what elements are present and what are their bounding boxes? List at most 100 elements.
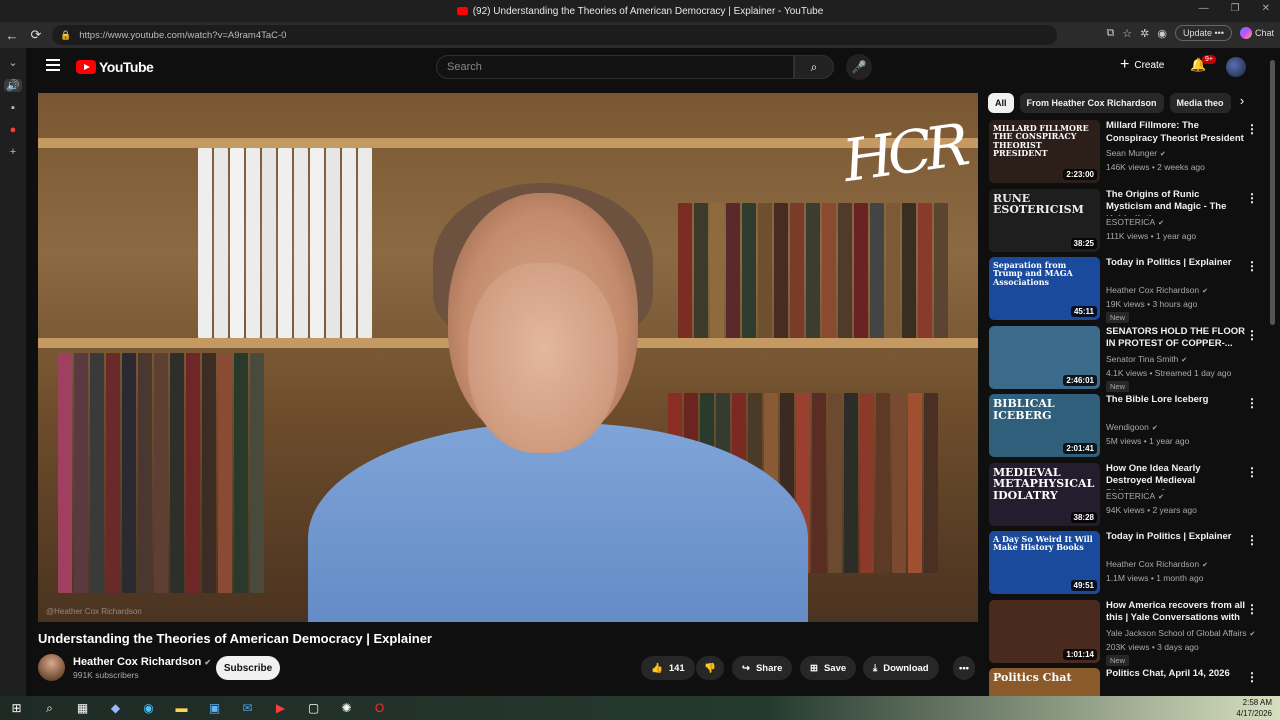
task-view-icon[interactable]: ▦: [66, 701, 99, 715]
more-options-icon[interactable]: ⋮: [1246, 259, 1258, 273]
recommendation-channel[interactable]: Heather Cox Richardson ✔: [1106, 559, 1208, 569]
download-button[interactable]: ⤓ Download: [863, 656, 939, 680]
recommendation-title[interactable]: Today in Politics | Explainer: [1106, 257, 1246, 270]
chatgpt-icon[interactable]: ✺: [330, 701, 363, 715]
file-explorer-icon[interactable]: ▬: [165, 701, 198, 715]
recommendation-item[interactable]: 1:01:14 How America recovers from all thi…: [988, 599, 1264, 666]
more-options-icon[interactable]: ⋮: [1246, 670, 1258, 684]
chip-all[interactable]: All: [988, 93, 1014, 113]
outlook-icon[interactable]: ✉: [231, 701, 264, 715]
video-thumbnail[interactable]: A Day So Weird It Will Make History Book…: [989, 531, 1100, 594]
new-tab-icon[interactable]: +: [10, 146, 16, 158]
audio-tab-icon[interactable]: 🔊: [4, 79, 22, 92]
search-input[interactable]: Search: [436, 55, 794, 79]
recommendation-channel[interactable]: ESOTERICA ✔: [1106, 217, 1164, 227]
recommendation-item[interactable]: A Day So Weird It Will Make History Book…: [988, 531, 1264, 595]
more-options-icon[interactable]: ⋮: [1246, 533, 1258, 547]
verified-icon: ✔: [1181, 356, 1188, 364]
like-button[interactable]: 👍 141: [641, 656, 695, 680]
opera-icon[interactable]: O: [363, 701, 396, 715]
store-icon[interactable]: ▣: [198, 701, 231, 715]
recommendation-item[interactable]: RUNE ESOTERICISM 38:25 The Origins of Runi…: [988, 188, 1264, 253]
subscribe-button[interactable]: Subscribe: [216, 656, 280, 680]
video-thumbnail[interactable]: Separation from Trump and MAGA Associati…: [989, 257, 1100, 320]
more-options-icon[interactable]: ⋮: [1246, 602, 1258, 616]
video-player[interactable]: HCR @Heather Cox Richardson: [38, 93, 978, 622]
voice-search-button[interactable]: 🎤: [846, 54, 872, 80]
address-bar[interactable]: 🔒 https://www.youtube.com/watch?v=A9ram4…: [52, 25, 1057, 45]
start-icon[interactable]: ⊞: [0, 701, 33, 715]
maximize-button[interactable]: ❐: [1231, 3, 1240, 14]
search-icon[interactable]: ⌕: [33, 701, 66, 716]
more-options-icon[interactable]: ⋮: [1246, 328, 1258, 342]
create-button[interactable]: + Create: [1120, 57, 1164, 73]
recommendation-channel[interactable]: Wendigoon ✔: [1106, 422, 1158, 432]
favorite-star-icon[interactable]: ☆: [1122, 27, 1132, 40]
copilot-chat-button[interactable]: Chat: [1239, 27, 1274, 39]
recommendation-channel[interactable]: Heather Cox Richardson ✔: [1106, 285, 1208, 295]
video-thumbnail[interactable]: BIBLICAL ICEBERG 2:01:41: [989, 394, 1100, 457]
recommendation-channel[interactable]: Senator Tina Smith ✔: [1106, 354, 1187, 364]
recommendation-title[interactable]: Millard Fillmore: The Conspiracy Theoris…: [1106, 120, 1246, 146]
page-scrollbar[interactable]: [1270, 60, 1275, 325]
close-window-button[interactable]: ✕: [1262, 3, 1270, 14]
more-options-icon[interactable]: ⋮: [1246, 396, 1258, 410]
app-icon[interactable]: ▢: [297, 701, 330, 715]
dislike-button[interactable]: 👎: [696, 656, 724, 680]
share-button[interactable]: ↪ Share: [732, 656, 793, 680]
chip-media-theory[interactable]: Media theo: [1169, 93, 1231, 113]
recommendation-meta: 19K views • 3 hours ago: [1106, 299, 1198, 309]
channel-avatar[interactable]: [38, 654, 65, 681]
recommendation-channel[interactable]: Sean Munger ✔: [1106, 148, 1166, 158]
video-thumbnail[interactable]: RUNE ESOTERICISM 38:25: [989, 188, 1100, 252]
recommendation-title[interactable]: The Bible Lore Iceberg: [1106, 394, 1246, 407]
recommendation-channel[interactable]: Yale Jackson School of Global Affairs ✔: [1106, 628, 1255, 638]
chip-from-channel[interactable]: From Heather Cox Richardson: [1019, 93, 1164, 113]
more-actions-button[interactable]: •••: [953, 656, 975, 680]
recommendation-title[interactable]: Politics Chat, April 14, 2026: [1106, 668, 1246, 681]
minimize-button[interactable]: —: [1199, 3, 1209, 14]
youtube-app-icon[interactable]: ▶: [264, 701, 297, 715]
recommendation-item[interactable]: BIBLICAL ICEBERG 2:01:41 The Bible Lore Ic…: [988, 394, 1264, 458]
youtube-header: YouTube Search ⌕ 🎤 + Create 🔔 9+: [26, 48, 1280, 86]
video-thumbnail[interactable]: 1:01:14: [989, 599, 1100, 663]
video-thumbnail[interactable]: MILLARD FILLMORE THE CONSPIRACY THEORIST…: [989, 120, 1100, 183]
recommendation-item[interactable]: MILLARD FILLMORE THE CONSPIRACY THEORIST…: [988, 120, 1264, 184]
recommendation-channel[interactable]: ESOTERICA ✔: [1106, 491, 1164, 501]
video-thumbnail[interactable]: Politics Chat: [989, 668, 1100, 696]
youtube-favicon-icon: [456, 7, 468, 15]
account-avatar[interactable]: [1226, 57, 1246, 77]
more-options-icon[interactable]: ⋮: [1246, 122, 1258, 136]
profile-icon[interactable]: ◉: [1157, 27, 1167, 40]
copilot-app-icon[interactable]: ◆: [99, 701, 132, 715]
video-thumbnail[interactable]: 2:46:01: [989, 325, 1100, 389]
collapse-icon[interactable]: ⌄: [8, 56, 17, 69]
extensions-icon[interactable]: ⧉: [1106, 27, 1114, 40]
back-icon[interactable]: ←: [0, 28, 24, 43]
reload-icon[interactable]: ⟳: [24, 27, 48, 43]
recommendation-item[interactable]: Politics Chat Politics Chat, April 14, 20…: [988, 668, 1264, 696]
update-button[interactable]: Update •••: [1175, 25, 1232, 41]
recommendation-title[interactable]: The Origins of Runic Mysticism and Magic…: [1106, 189, 1246, 216]
recommendation-item[interactable]: Separation from Trump and MAGA Associati…: [988, 257, 1264, 323]
recommendation-title[interactable]: Today in Politics | Explainer: [1106, 531, 1246, 544]
recommendation-title[interactable]: SENATORS HOLD THE FLOOR IN PROTEST OF CO…: [1106, 326, 1246, 352]
chevron-right-icon[interactable]: ›: [1232, 93, 1252, 113]
video-thumbnail[interactable]: MEDIEVAL METAPHYSICAL IDOLATRY 38:28: [989, 462, 1100, 526]
more-options-icon[interactable]: ⋮: [1246, 465, 1258, 479]
channel-name[interactable]: Heather Cox Richardson ✔: [73, 656, 211, 668]
search-button[interactable]: ⌕: [794, 55, 834, 79]
edge-icon[interactable]: ◉: [132, 701, 165, 715]
youtube-logo[interactable]: YouTube: [76, 59, 154, 75]
recommendation-title[interactable]: How One Idea Nearly Destroyed Medieval P…: [1106, 463, 1246, 490]
recommendation-item[interactable]: 2:46:01 SENATORS HOLD THE FLOOR IN PROTES…: [988, 325, 1264, 392]
tab-icon[interactable]: ▪: [11, 102, 15, 114]
system-clock[interactable]: 2:58 AM 4/17/2026: [1236, 697, 1272, 719]
recommendation-title[interactable]: How America recovers from all this | Yal…: [1106, 600, 1246, 627]
more-options-icon[interactable]: ⋮: [1246, 191, 1258, 205]
puzzle-icon[interactable]: ✲: [1140, 27, 1149, 40]
menu-icon[interactable]: [46, 59, 60, 74]
save-button[interactable]: ⊞ Save: [800, 656, 857, 680]
recommendation-item[interactable]: MEDIEVAL METAPHYSICAL IDOLATRY 38:28 How O…: [988, 462, 1264, 527]
youtube-tab-icon[interactable]: ●: [10, 124, 17, 136]
